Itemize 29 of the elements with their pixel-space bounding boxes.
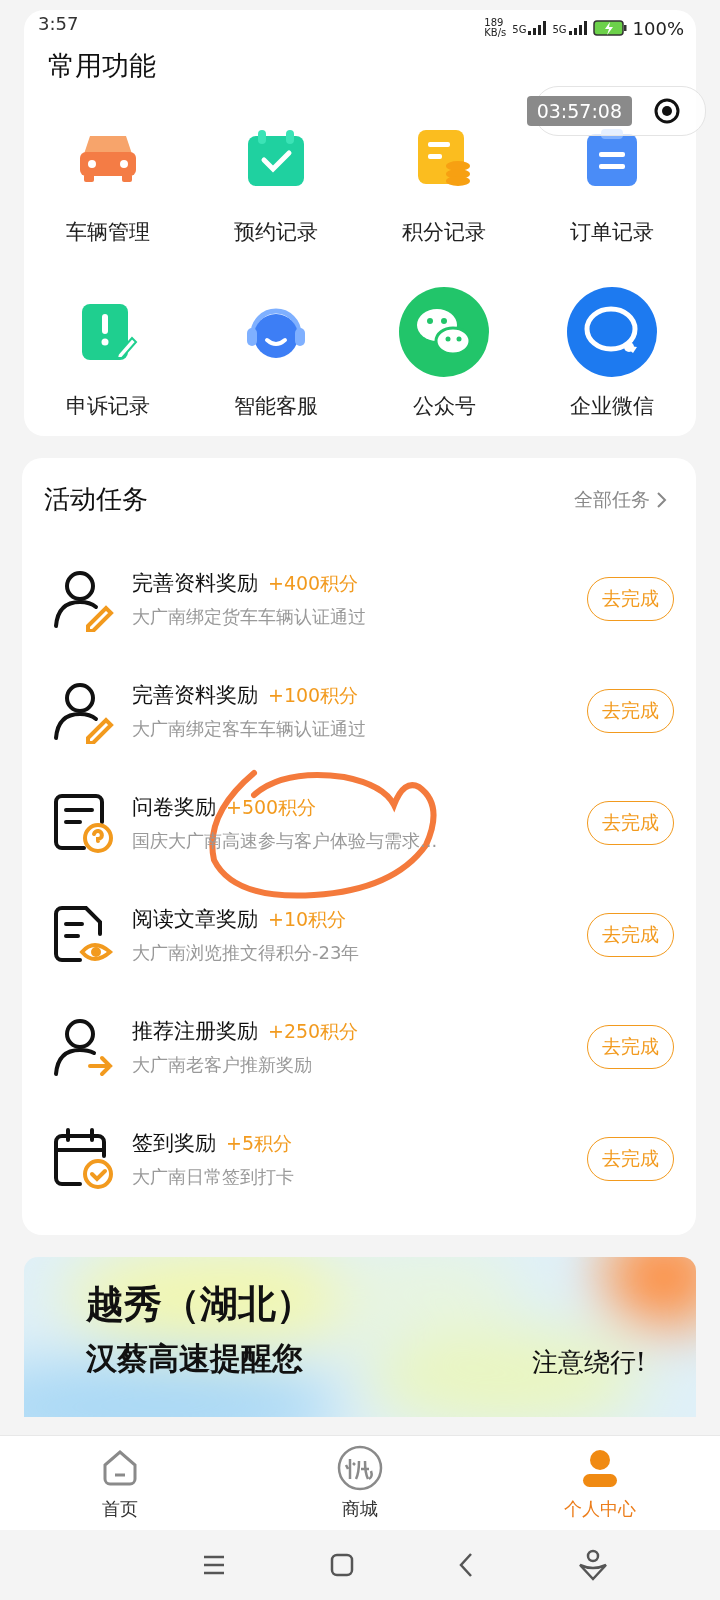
banner-note: 注意绕行!	[531, 1346, 646, 1379]
task-description: 大广南绑定客车车辆认证通过	[132, 717, 367, 741]
task-points: +5积分	[226, 1131, 292, 1156]
banner-headline: 越秀（湖北）	[86, 1280, 315, 1328]
recording-timer: 03:57:08	[526, 96, 632, 126]
battery-level: 100%	[632, 17, 684, 39]
network-type: 5G	[552, 24, 567, 35]
task-title: 阅读文章奖励	[132, 906, 258, 933]
network-speed: 189	[484, 18, 505, 28]
speed-unit: KB/s	[484, 28, 507, 38]
task-description: 大广南老客户推新奖励	[132, 1053, 313, 1077]
task-description: 大广南绑定货车车辆认证通过	[132, 605, 367, 629]
task-points: +400积分	[268, 571, 359, 596]
task-title: 完善资料奖励	[132, 682, 258, 709]
task-points: +10积分	[268, 907, 347, 932]
task-points: +500积分	[226, 795, 317, 820]
banner-subtitle: 汉蔡高速提醒您	[86, 1339, 303, 1378]
task-title: 完善资料奖励	[132, 570, 258, 597]
section-title: 常用功能	[47, 49, 157, 83]
task-description: 大广南日常签到打卡	[132, 1165, 295, 1189]
task-title: 推荐注册奖励	[132, 1018, 258, 1045]
section-title: 活动任务	[43, 483, 148, 516]
task-title: 问卷奖励	[132, 794, 216, 821]
task-points: +100积分	[268, 683, 359, 708]
status-time: 3:57	[38, 12, 79, 34]
task-title: 签到奖励	[132, 1130, 216, 1157]
network-type: 5G	[512, 24, 527, 35]
task-points: +250积分	[268, 1019, 359, 1044]
task-description: 大广南浏览推文得积分-23年	[132, 941, 361, 965]
